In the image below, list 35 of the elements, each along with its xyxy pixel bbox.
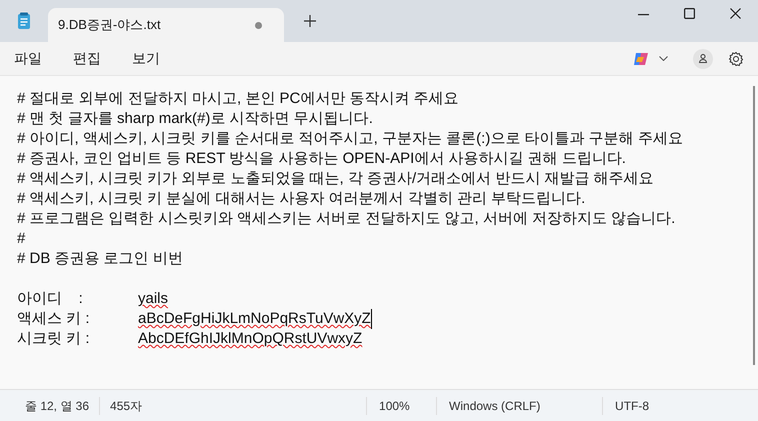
field-label: 아이디 :: [17, 289, 84, 309]
cursor-position: 줄 12, 열 36: [0, 396, 100, 414]
settings-icon[interactable]: [728, 50, 744, 66]
field-value: aBcDeFgHiJkLmNoPqRsTuVwXyZ: [138, 309, 372, 329]
text-line: # 절대로 외부에 전달하지 마시고, 본인 PC에서만 동작시켜 주세요: [17, 89, 459, 109]
field-value: yails: [138, 289, 168, 309]
minimize-icon[interactable]: [638, 14, 648, 16]
menu-item[interactable]: 파일: [14, 48, 42, 69]
text-line: # 액세스키, 시크릿 키 분실에 대해서는 사용자 여러분께서 각별히 관리 부탁드립니다.: [17, 189, 586, 209]
tab-title: 9.DB증권-야스.txt: [58, 16, 161, 34]
text-line: # 맨 첫 글자를 sharp mark(#)로 시작하면 무시됩니다.: [17, 109, 373, 129]
field-value: AbcDEfGhIJklMnOpQRstUVwxyZ: [138, 329, 362, 349]
chevron-down-icon[interactable]: [659, 56, 668, 61]
text-line: # 아이디, 액세스키, 시크릿 키를 순서대로 적어주시고, 구분자는 콜론(:)으로 타이틀과 구분해 주세요: [17, 129, 683, 149]
new-tab-icon[interactable]: [304, 15, 316, 27]
menu-item[interactable]: 보기: [132, 48, 160, 69]
close-icon[interactable]: [730, 8, 740, 19]
line-ending: Windows (CRLF): [436, 396, 602, 414]
field-label: 시크릿 키 :: [17, 329, 91, 349]
field-label: 액세스 키 :: [17, 309, 91, 329]
character-count: 455자: [109, 398, 144, 414]
text-line: # 프로그램은 입력한 시스릿키와 액세스키는 서버로 전달하지도 않고, 서버에 저장하지도 않습니다.: [17, 209, 676, 229]
scrollbar[interactable]: [753, 86, 755, 365]
zoom-level: 100%: [366, 396, 436, 414]
account-button[interactable]: [693, 48, 713, 68]
encoding: UTF-8: [602, 396, 650, 414]
maximize-icon[interactable]: [684, 8, 694, 19]
text-line: # DB 증권용 로그인 비번: [17, 249, 183, 269]
notepad-icon: [17, 12, 31, 30]
file-tab[interactable]: 9.DB증권-야스.txt: [48, 8, 284, 42]
person-icon: [699, 54, 707, 63]
menu-item[interactable]: 편집: [73, 48, 101, 69]
text-line: # 액세스키, 시크릿 키가 외부로 노출되었을 때는, 각 증권사/거래소에서 반드시 재발급 해주세요: [17, 169, 654, 189]
text-line: # 증권사, 코인 업비트 등 REST 방식을 사용하는 OPEN-API에서 사용하시길 권해 드립니다.: [17, 149, 626, 169]
text-line: #: [17, 229, 26, 249]
